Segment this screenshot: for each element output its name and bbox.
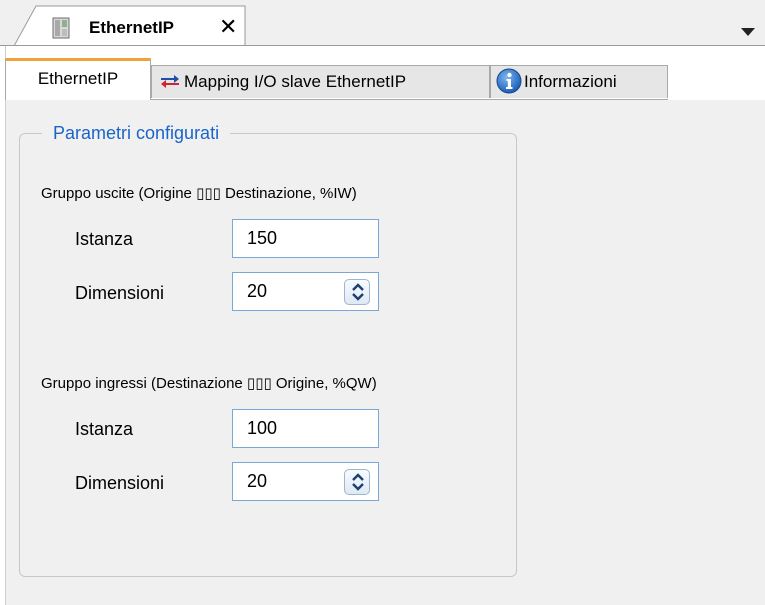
tab-ethernetip[interactable]: EthernetIP [5, 58, 151, 100]
input-instance-label: Istanza [75, 419, 134, 439]
group-title: Parametri configurati [42, 121, 231, 145]
device-module-icon [52, 17, 70, 39]
spin-buttons[interactable] [344, 279, 370, 305]
document-tab-ethernetip[interactable]: EthernetIP ✕ [14, 5, 246, 46]
tab-label: Informazioni [524, 72, 617, 91]
output-group-label: Gruppo uscite (Origine ▯▯▯ Destinazione,… [41, 185, 357, 202]
input-instance-field[interactable]: 100 [232, 409, 379, 448]
output-instance-field[interactable]: 150 [232, 219, 379, 258]
swap-arrows-icon [161, 74, 179, 88]
info-icon [496, 68, 522, 94]
output-size-value: 20 [247, 281, 268, 301]
spin-buttons[interactable] [344, 469, 370, 495]
document-tab-title: EthernetIP [89, 18, 175, 37]
left-edge [0, 46, 6, 605]
output-size-label: Dimensioni [75, 283, 165, 303]
output-size-stepper[interactable]: 20 [232, 272, 379, 311]
close-icon[interactable]: ✕ [219, 16, 237, 38]
editor-tabs: EthernetIP Mapping I/O slave EthernetIP … [5, 58, 765, 100]
spin-up-down-icon [352, 473, 364, 491]
tab-informazioni[interactable]: Informazioni [490, 65, 668, 98]
input-size-value: 20 [247, 471, 268, 491]
tab-mapping-io[interactable]: Mapping I/O slave EthernetIP [151, 65, 490, 98]
tab-label: Mapping I/O slave EthernetIP [184, 72, 407, 91]
input-size-stepper[interactable]: 20 [232, 462, 379, 501]
input-size-label: Dimensioni [75, 473, 165, 493]
tab-label: EthernetIP [37, 69, 119, 88]
input-group-label: Gruppo ingressi (Destinazione ▯▯▯ Origin… [41, 375, 377, 392]
chevron-down-icon[interactable] [741, 28, 755, 36]
spin-up-down-icon [352, 283, 364, 301]
output-instance-label: Istanza [75, 229, 134, 249]
tab-bar-divider [0, 45, 765, 46]
document-tab-bar: EthernetIP ✕ [0, 0, 765, 46]
input-instance-value: 100 [247, 418, 278, 438]
output-instance-value: 150 [247, 228, 278, 248]
